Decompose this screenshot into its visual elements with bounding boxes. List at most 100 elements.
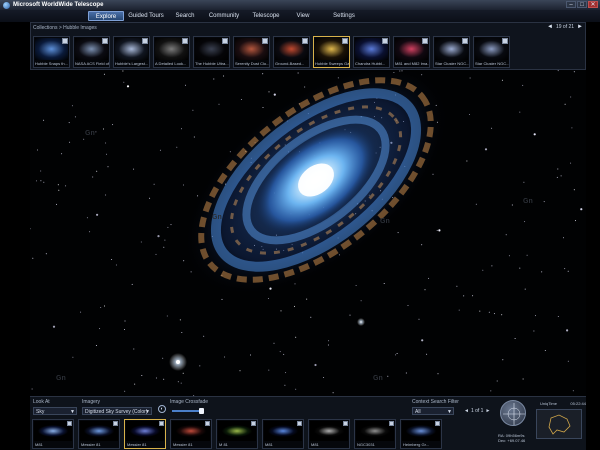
thumbnail-label: Chandra Hubbl... [355, 61, 386, 66]
tab-community[interactable]: Community [204, 11, 244, 21]
collection-thumbnail[interactable]: Ground-Based... [273, 36, 310, 68]
thumbnail-info-icon[interactable] [102, 38, 108, 44]
star [573, 189, 575, 191]
breadcrumb[interactable]: Collections > Hubble Images [33, 25, 97, 31]
next-page-button[interactable]: ► [577, 24, 583, 30]
context-filter-value: All [415, 409, 421, 415]
galaxy-m81[interactable] [143, 70, 488, 340]
star [570, 96, 572, 98]
star [181, 128, 182, 130]
star [250, 354, 251, 356]
crossfade-slider-handle[interactable] [198, 408, 204, 414]
chevron-down-icon: ▼ [145, 409, 150, 415]
tab-telescope[interactable]: Telescope [248, 11, 284, 21]
star [519, 267, 521, 269]
thumbnail-info-icon[interactable] [422, 38, 428, 44]
chevron-down-icon: ▼ [447, 409, 452, 415]
star [100, 307, 102, 308]
context-result-thumbnail[interactable]: NGC3031 [354, 419, 396, 449]
tab-settings[interactable]: Settings [328, 11, 360, 21]
thumbnail-info-icon[interactable] [182, 38, 188, 44]
result-info-icon[interactable] [113, 421, 118, 426]
sky-image [30, 70, 583, 396]
star [268, 369, 270, 371]
star [571, 127, 573, 129]
maximize-button[interactable]: □ [577, 1, 587, 8]
collection-thumbnail[interactable]: A Detailed Look... [153, 36, 190, 68]
context-result-thumbnail[interactable]: M 81 [216, 419, 258, 449]
collection-thumbnail[interactable]: Star Cluster NGC... [473, 36, 510, 68]
dec-label: Dec: [498, 438, 507, 443]
star [203, 335, 205, 337]
result-info-icon[interactable] [67, 421, 72, 426]
thumbnail-info-icon[interactable] [462, 38, 468, 44]
clock[interactable]: UniqTime 05:22:44 [540, 401, 586, 406]
collection-thumbnail[interactable]: Hubble Sweeps Ga... [313, 36, 350, 68]
star [177, 381, 179, 383]
context-result-thumbnail[interactable]: Heimberg Gr... [400, 419, 442, 449]
prev-results-button[interactable]: ◄ [464, 408, 469, 414]
collection-thumbnail[interactable]: Chandra Hubbl... [353, 36, 390, 68]
collection-thumbnail[interactable]: NASA ACS Field of... [73, 36, 110, 68]
tab-guided-tours[interactable]: Guided Tours [124, 11, 168, 21]
tab-view[interactable]: View [290, 11, 316, 21]
tab-search[interactable]: Search [170, 11, 200, 21]
context-result-thumbnail[interactable]: Messier 81 [170, 419, 212, 449]
thumbnail-info-icon[interactable] [342, 38, 348, 44]
thumbnail-info-icon[interactable] [382, 38, 388, 44]
context-result-thumbnail[interactable]: M81 [32, 419, 74, 449]
result-info-icon[interactable] [343, 421, 348, 426]
tab-explore[interactable]: Explore [88, 11, 124, 21]
close-button[interactable]: ✕ [588, 1, 598, 8]
thumbnail-info-icon[interactable] [142, 38, 148, 44]
star [573, 71, 575, 73]
result-info-icon[interactable] [251, 421, 256, 426]
star [421, 244, 423, 246]
result-info-icon[interactable] [159, 421, 164, 426]
star [31, 388, 33, 390]
star [418, 318, 420, 320]
star [543, 201, 545, 203]
sky-overview-map[interactable] [536, 409, 582, 439]
minimize-button[interactable]: – [566, 1, 576, 8]
result-info-icon[interactable] [297, 421, 302, 426]
star [107, 166, 109, 168]
thumbnail-label: A Detailed Look... [155, 61, 187, 66]
next-results-button[interactable]: ► [485, 408, 490, 414]
sky-view[interactable]: Gn Gn Gn Gn Gn Gn [30, 70, 586, 396]
look-at-dropdown[interactable]: Sky ▼ [33, 407, 77, 415]
star [104, 305, 105, 307]
imagery-dropdown[interactable]: Digitized Sky Survey (Color) ▼ [82, 407, 152, 415]
result-info-icon[interactable] [435, 421, 440, 426]
collection-thumbnail[interactable]: The Hubble Ultra... [193, 36, 230, 68]
star [511, 204, 513, 206]
coordinates-readout: RA: 09h56m9s Dec: +69.07.46 [498, 433, 525, 443]
crossfade-icon[interactable]: ◐ [158, 405, 166, 413]
context-result-thumbnail[interactable]: M81 [308, 419, 350, 449]
compass-icon[interactable] [500, 400, 526, 426]
context-result-thumbnail[interactable]: Messier 81 [124, 419, 166, 449]
collection-thumbnail[interactable]: Star Cluster NGC... [433, 36, 470, 68]
result-info-icon[interactable] [205, 421, 210, 426]
star [421, 339, 424, 342]
context-result-thumbnail[interactable]: M81 [262, 419, 304, 449]
star [71, 105, 73, 107]
star [192, 109, 194, 111]
prev-page-button[interactable]: ◄ [547, 24, 553, 30]
star [493, 313, 495, 315]
thumbnail-info-icon[interactable] [62, 38, 68, 44]
star [193, 136, 195, 138]
collection-thumbnail[interactable]: M81 and M82 Ima... [393, 36, 430, 68]
collection-thumbnail[interactable]: Hubble Snaps th... [33, 36, 70, 68]
thumbnail-info-icon[interactable] [302, 38, 308, 44]
thumbnail-info-icon[interactable] [222, 38, 228, 44]
star [65, 185, 67, 187]
thumbnail-info-icon[interactable] [502, 38, 508, 44]
context-result-thumbnail[interactable]: Messier 81 [78, 419, 120, 449]
crossfade-slider[interactable] [172, 410, 202, 412]
thumbnail-info-icon[interactable] [262, 38, 268, 44]
result-info-icon[interactable] [389, 421, 394, 426]
collection-thumbnail[interactable]: Serenity Dust Clo... [233, 36, 270, 68]
collection-thumbnail[interactable]: Hubble's Largest... [113, 36, 150, 68]
context-filter-dropdown[interactable]: All ▼ [412, 407, 454, 415]
